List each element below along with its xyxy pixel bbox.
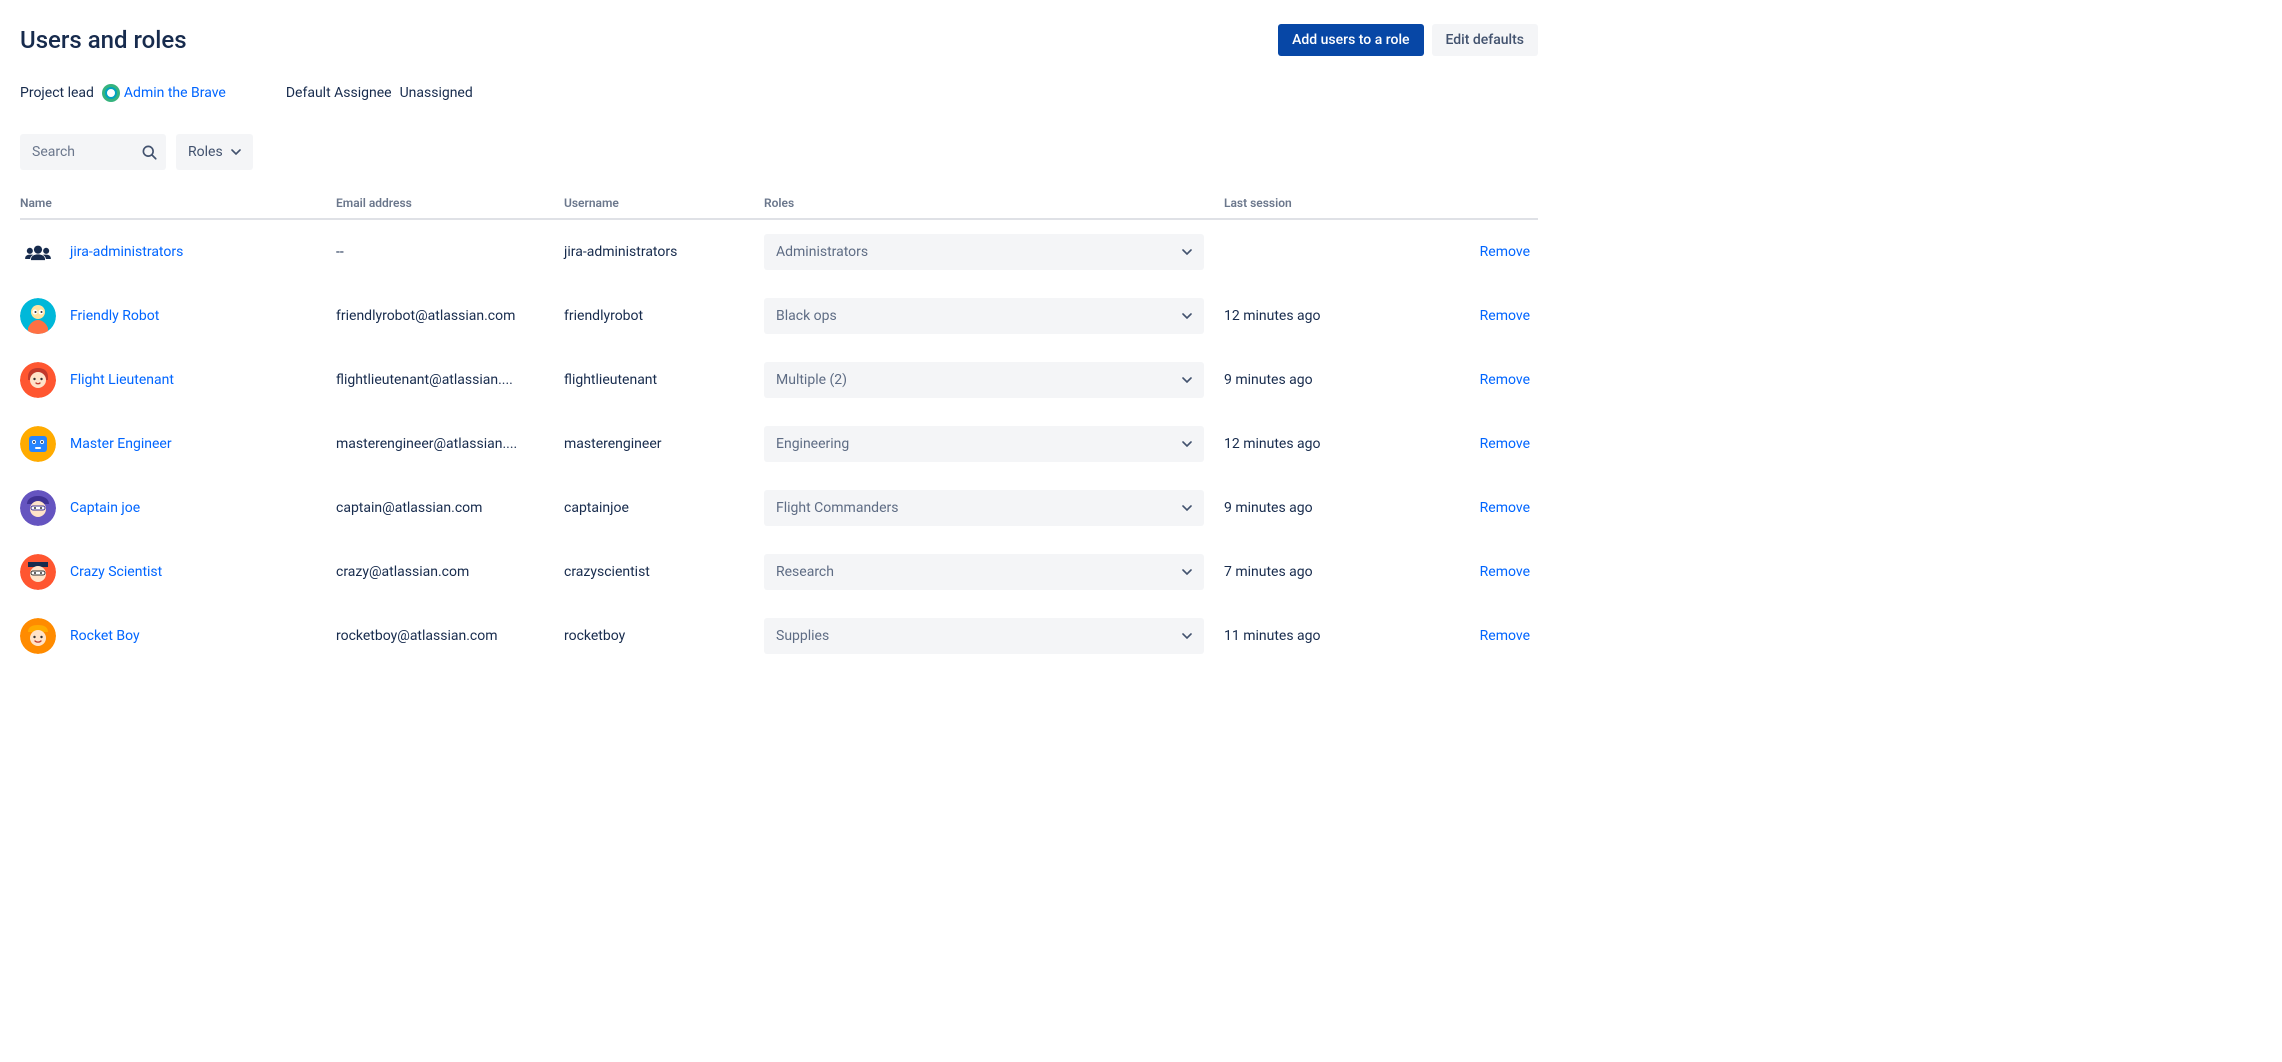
role-select[interactable]: Flight Commanders	[764, 490, 1204, 526]
last-session-value: 9 minutes ago	[1224, 348, 1388, 412]
remove-link[interactable]: Remove	[1480, 244, 1530, 260]
user-avatar	[20, 490, 56, 526]
email-value: captain@atlassian.com	[336, 500, 546, 516]
chevron-down-icon	[1182, 377, 1192, 383]
column-roles: Roles	[764, 188, 1224, 219]
table-row: Master Engineer masterengineer@atlassian.…	[20, 412, 1538, 476]
username-value: masterengineer	[564, 412, 764, 476]
role-select[interactable]: Black ops	[764, 298, 1204, 334]
search-box[interactable]	[20, 134, 166, 170]
user-link[interactable]: Crazy Scientist	[70, 564, 162, 580]
role-label: Supplies	[776, 628, 829, 644]
last-session-value: 9 minutes ago	[1224, 476, 1388, 540]
table-row: Captain joe captain@atlassian.com captainj…	[20, 476, 1538, 540]
lead-avatar-icon	[102, 84, 120, 102]
email-value: flightlieutenant@atlassian....	[336, 372, 546, 388]
table-row: Crazy Scientist crazy@atlassian.com crazys…	[20, 540, 1538, 604]
last-session-value: 12 minutes ago	[1224, 284, 1388, 348]
users-table: Name Email address Username Roles Last s…	[20, 188, 1538, 668]
add-users-button[interactable]: Add users to a role	[1278, 24, 1423, 56]
user-link[interactable]: Master Engineer	[70, 436, 172, 452]
column-name: Name	[20, 188, 336, 219]
username-value: rocketboy	[564, 604, 764, 668]
role-select[interactable]: Administrators	[764, 234, 1204, 270]
default-assignee-label: Default Assignee	[286, 85, 392, 101]
username-value: flightlieutenant	[564, 348, 764, 412]
last-session-value	[1224, 219, 1388, 284]
role-label: Multiple (2)	[776, 372, 847, 388]
edit-defaults-button[interactable]: Edit defaults	[1432, 24, 1538, 56]
user-avatar	[20, 298, 56, 334]
remove-link[interactable]: Remove	[1480, 372, 1530, 388]
email-value: masterengineer@atlassian....	[336, 436, 546, 452]
table-row: Friendly Robot friendlyrobot@atlassian.co…	[20, 284, 1538, 348]
chevron-down-icon	[1182, 505, 1192, 511]
chevron-down-icon	[231, 149, 241, 155]
chevron-down-icon	[1182, 633, 1192, 639]
default-assignee-value: Unassigned	[400, 85, 473, 101]
role-label: Research	[776, 564, 834, 580]
group-icon	[20, 234, 56, 270]
email-value: rocketboy@atlassian.com	[336, 628, 546, 644]
username-value: crazyscientist	[564, 540, 764, 604]
column-username: Username	[564, 188, 764, 219]
role-label: Flight Commanders	[776, 500, 898, 516]
user-link[interactable]: Captain joe	[70, 500, 140, 516]
username-value: friendlyrobot	[564, 284, 764, 348]
user-avatar	[20, 554, 56, 590]
chevron-down-icon	[1182, 569, 1192, 575]
roles-filter-label: Roles	[188, 144, 223, 160]
username-value: jira-administrators	[564, 219, 764, 284]
email-value: crazy@atlassian.com	[336, 564, 546, 580]
table-row: jira-administrators -- jira-administrators…	[20, 219, 1538, 284]
last-session-value: 12 minutes ago	[1224, 412, 1388, 476]
user-avatar	[20, 362, 56, 398]
user-avatar	[20, 618, 56, 654]
remove-link[interactable]: Remove	[1480, 308, 1530, 324]
username-value: captainjoe	[564, 476, 764, 540]
role-select[interactable]: Supplies	[764, 618, 1204, 654]
search-input[interactable]	[32, 144, 140, 160]
role-label: Black ops	[776, 308, 837, 324]
role-label: Engineering	[776, 436, 849, 452]
project-lead-name: Admin the Brave	[124, 85, 226, 101]
email-value: friendlyrobot@atlassian.com	[336, 308, 546, 324]
last-session-value: 11 minutes ago	[1224, 604, 1388, 668]
remove-link[interactable]: Remove	[1480, 436, 1530, 452]
project-lead-link[interactable]: Admin the Brave	[102, 84, 226, 102]
chevron-down-icon	[1182, 249, 1192, 255]
page-title: Users and roles	[20, 26, 187, 54]
user-link[interactable]: Rocket Boy	[70, 628, 140, 644]
user-link[interactable]: Flight Lieutenant	[70, 372, 174, 388]
table-row: Rocket Boy rocketboy@atlassian.com rocketb…	[20, 604, 1538, 668]
table-row: Flight Lieutenant flightlieutenant@atlass…	[20, 348, 1538, 412]
remove-link[interactable]: Remove	[1480, 564, 1530, 580]
email-value: --	[336, 244, 546, 260]
role-select[interactable]: Multiple (2)	[764, 362, 1204, 398]
role-select[interactable]: Research	[764, 554, 1204, 590]
column-last-session: Last session	[1224, 188, 1388, 219]
chevron-down-icon	[1182, 441, 1192, 447]
roles-filter[interactable]: Roles	[176, 134, 253, 170]
column-email: Email address	[336, 188, 564, 219]
chevron-down-icon	[1182, 313, 1192, 319]
remove-link[interactable]: Remove	[1480, 628, 1530, 644]
role-label: Administrators	[776, 244, 868, 260]
role-select[interactable]: Engineering	[764, 426, 1204, 462]
user-link[interactable]: jira-administrators	[70, 244, 183, 260]
user-avatar	[20, 426, 56, 462]
user-link[interactable]: Friendly Robot	[70, 308, 159, 324]
last-session-value: 7 minutes ago	[1224, 540, 1388, 604]
search-icon	[140, 143, 158, 161]
remove-link[interactable]: Remove	[1480, 500, 1530, 516]
project-lead-label: Project lead	[20, 85, 94, 101]
